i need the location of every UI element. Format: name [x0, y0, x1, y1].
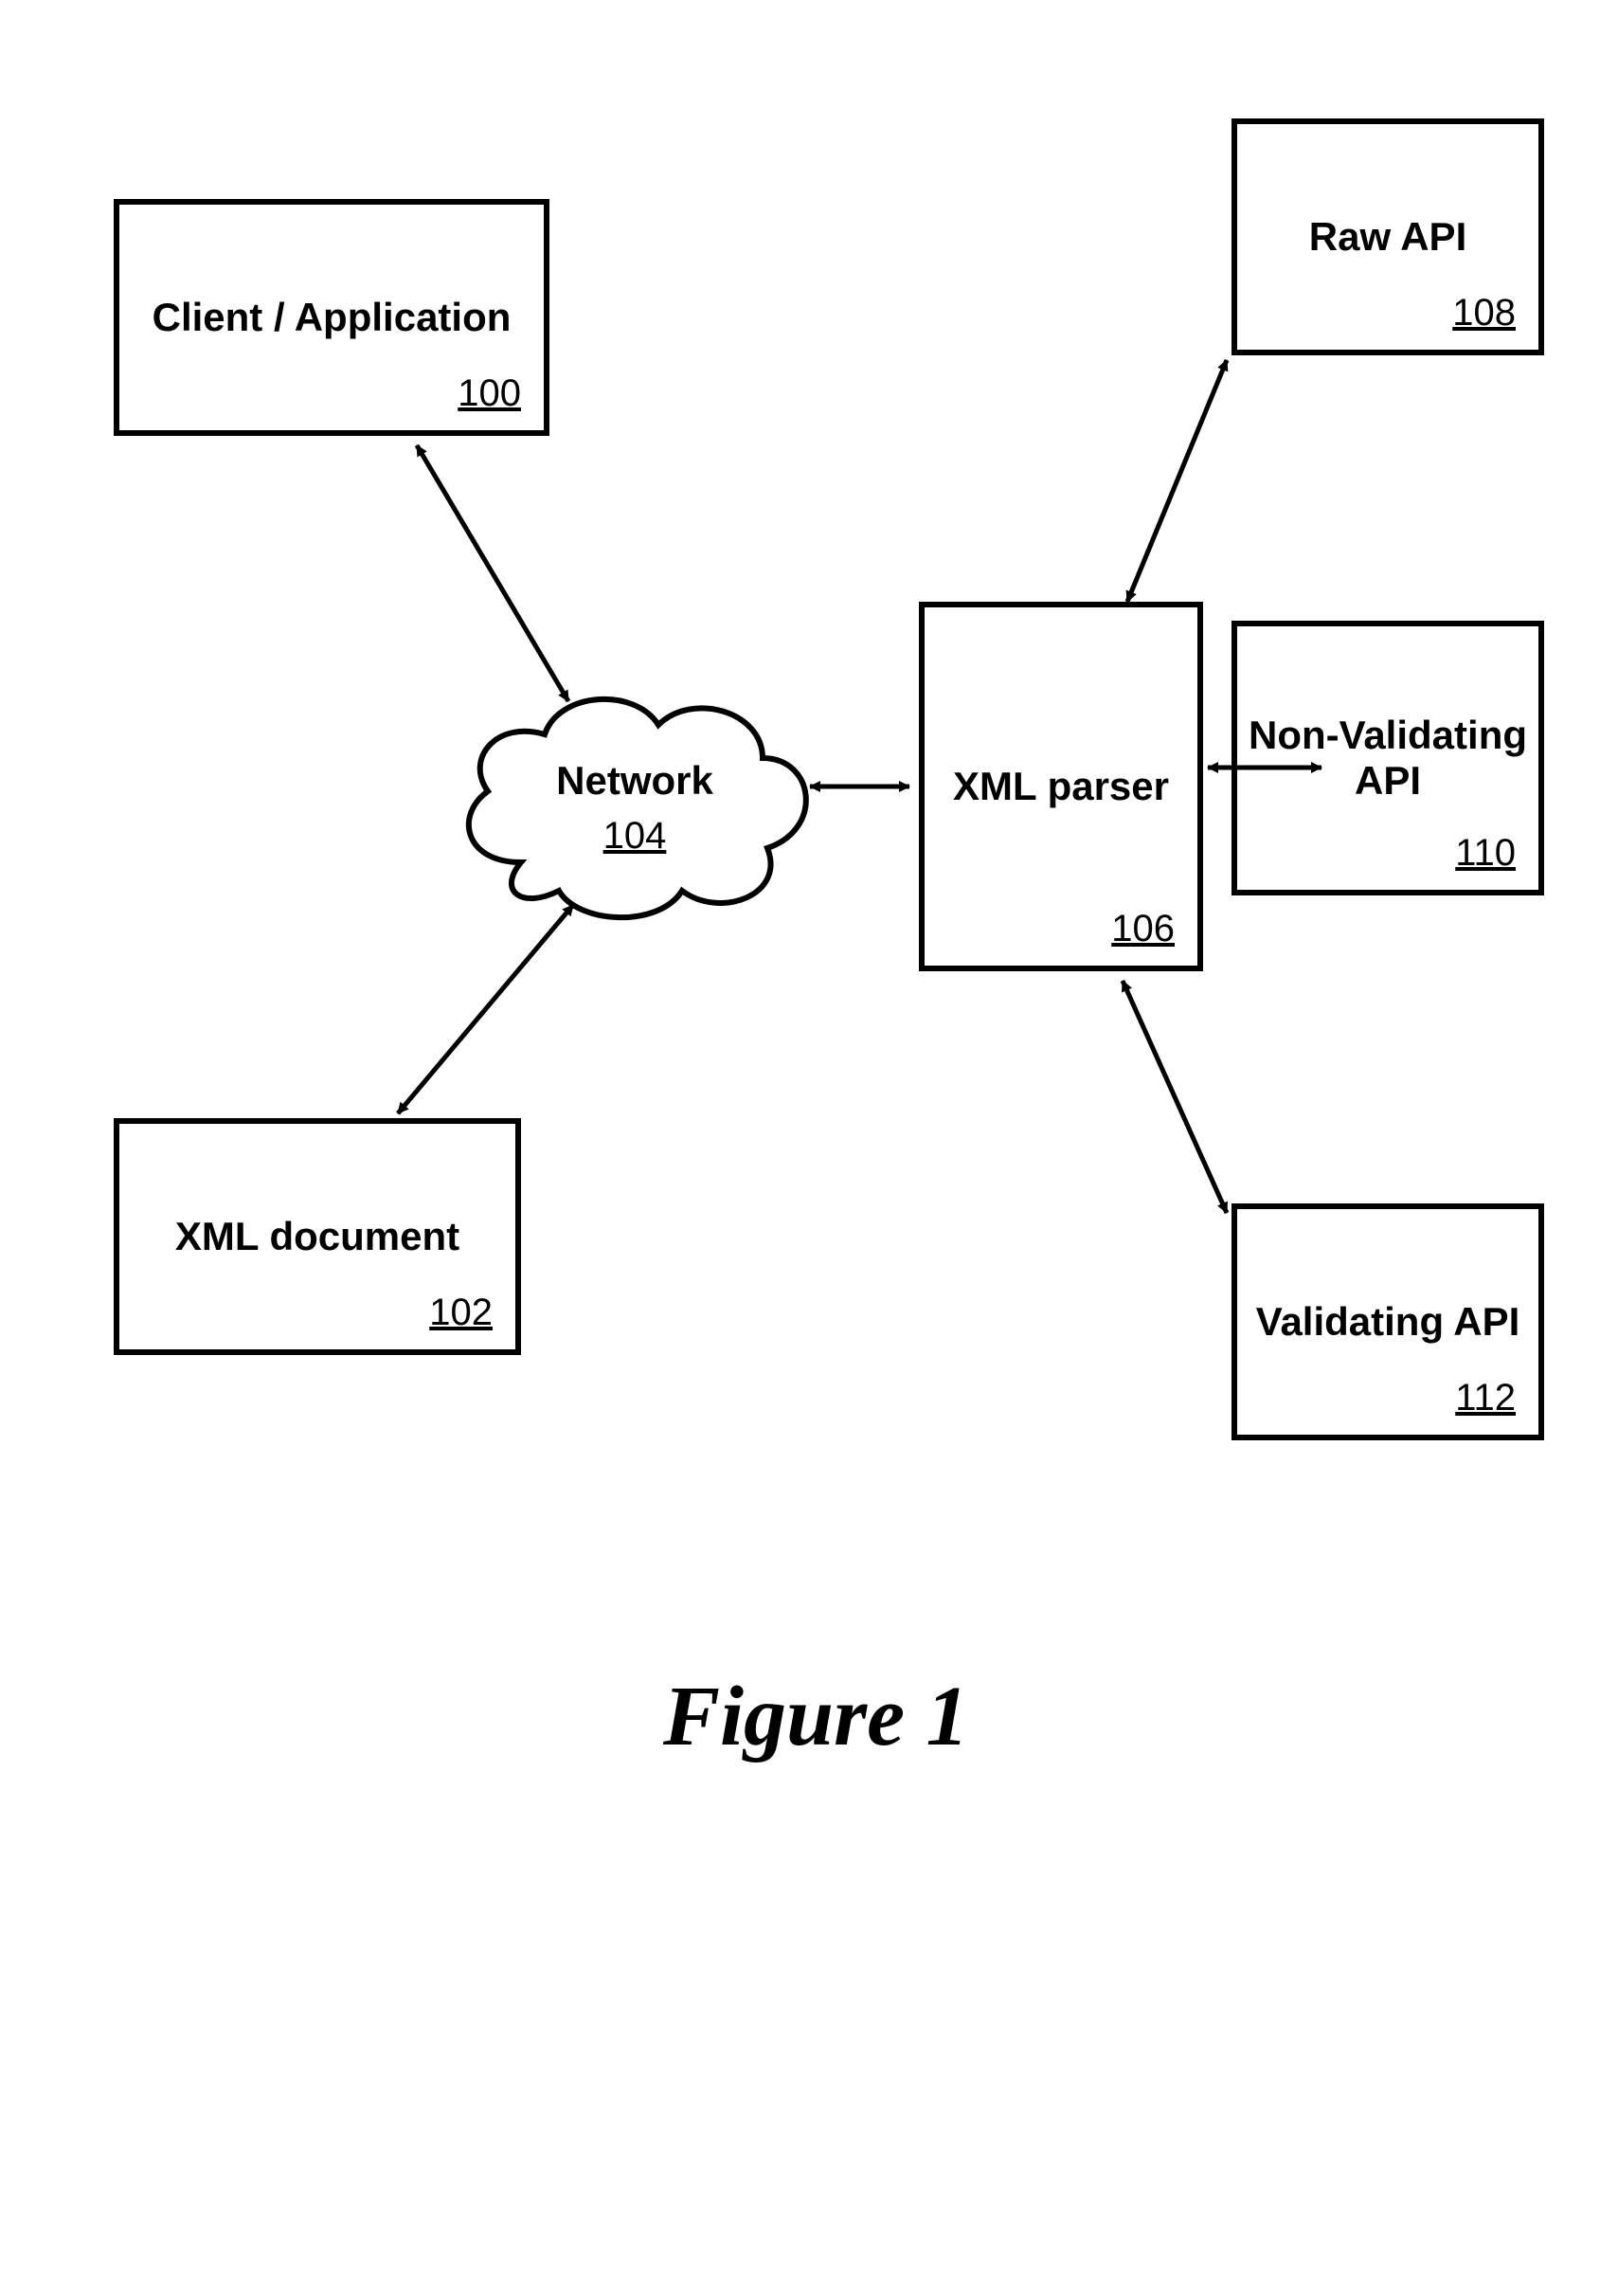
node-xmldoc-label: XML document — [166, 1214, 469, 1259]
node-nonvalidating-api: Non-Validating API 110 — [1231, 621, 1544, 895]
node-raw-api: Raw API 108 — [1231, 118, 1544, 355]
diagram-canvas: Client / Application 100 XML document 10… — [0, 0, 1618, 2296]
figure-caption: Figure 1 — [663, 1668, 969, 1765]
node-parser-ref: 106 — [1111, 908, 1175, 950]
node-network-cloud: Network 104 — [445, 663, 824, 938]
node-nonval-label: Non-Validating API — [1237, 713, 1538, 805]
node-xml-parser: XML parser 106 — [919, 602, 1203, 971]
arrow-parser-val — [1123, 981, 1227, 1213]
node-xml-document: XML document 102 — [114, 1118, 521, 1355]
node-client-ref: 100 — [458, 372, 521, 415]
node-raw-ref: 108 — [1452, 292, 1516, 334]
node-xmldoc-ref: 102 — [429, 1292, 493, 1334]
node-validating-api: Validating API 112 — [1231, 1203, 1544, 1440]
node-nonval-ref: 110 — [1455, 832, 1516, 875]
node-network-label: Network — [445, 758, 824, 804]
node-client-label: Client / Application — [143, 295, 521, 340]
node-raw-label: Raw API — [1300, 214, 1476, 260]
node-parser-label: XML parser — [944, 764, 1178, 809]
node-val-ref: 112 — [1455, 1377, 1516, 1419]
node-val-label: Validating API — [1247, 1299, 1530, 1345]
arrow-parser-raw — [1127, 360, 1227, 602]
node-network-ref: 104 — [445, 815, 824, 858]
node-client-application: Client / Application 100 — [114, 199, 549, 436]
